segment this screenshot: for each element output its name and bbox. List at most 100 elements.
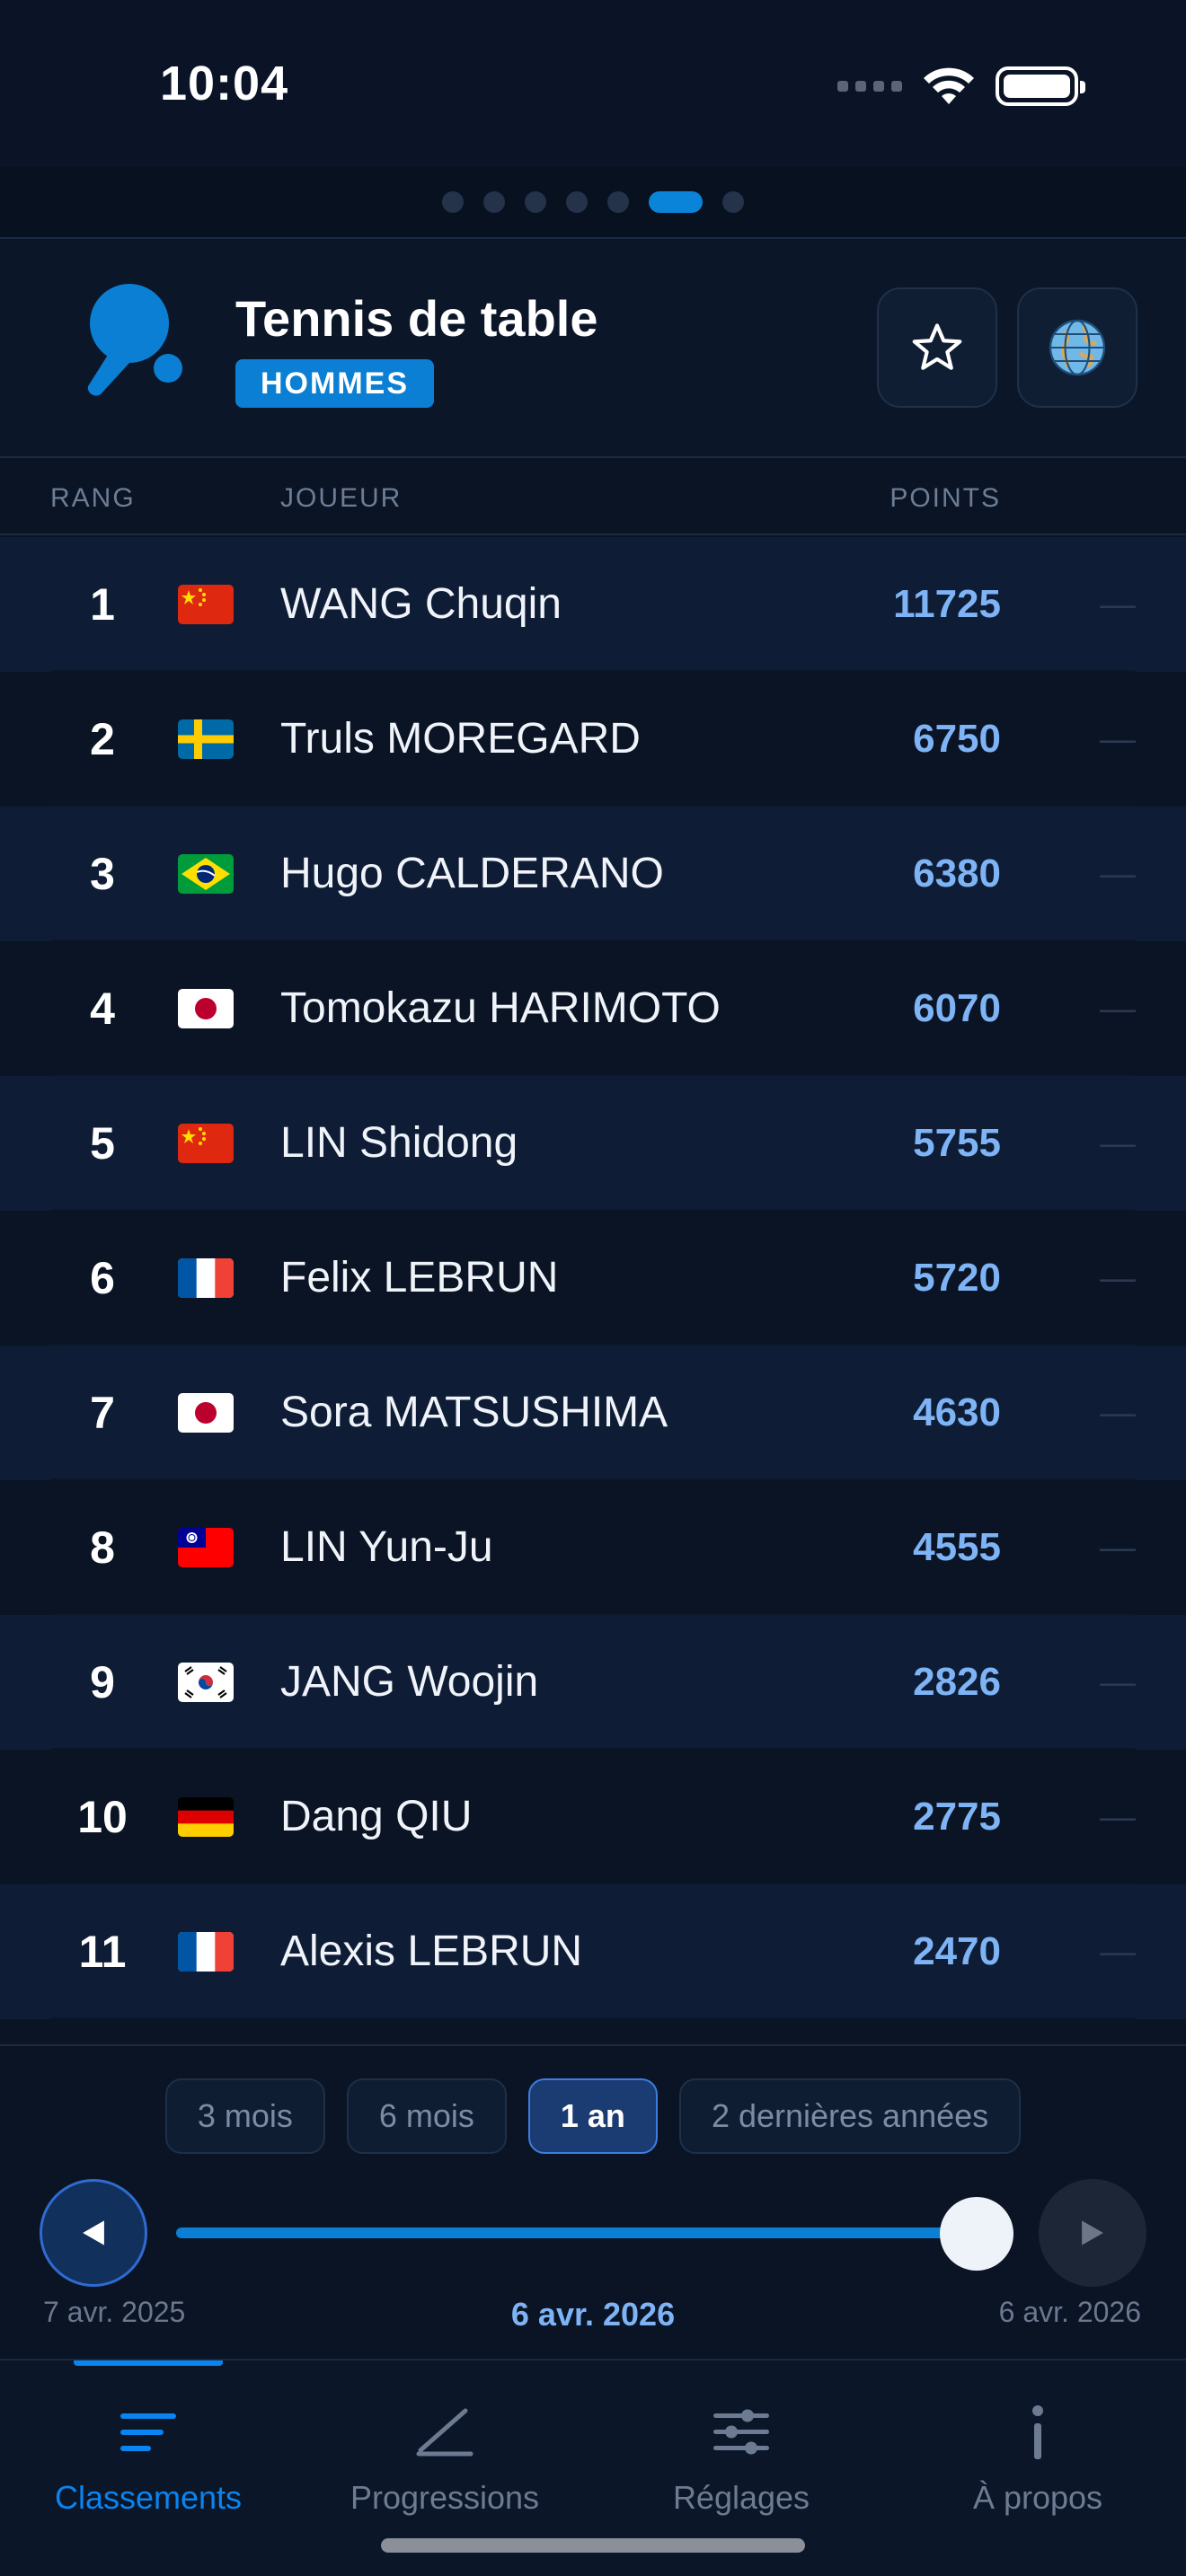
korea-flag-icon (178, 1663, 234, 1702)
star-icon (912, 323, 962, 370)
previous-date-button[interactable] (40, 2179, 147, 2287)
tab-classements[interactable]: Classements (0, 2396, 296, 2517)
player-points: 5755 (913, 1121, 1001, 1165)
table-row[interactable]: 7 Sora MATSUSHIMA 4630 — (0, 1345, 1186, 1480)
player-name: Dang QIU (280, 1793, 473, 1840)
page-dot[interactable] (722, 191, 744, 213)
ping-pong-paddle-icon (87, 284, 182, 396)
player-points: 2775 (913, 1795, 1001, 1839)
tab-label: Réglages (672, 2479, 810, 2516)
gender-badge: HOMMES (235, 359, 434, 408)
page-dot[interactable] (483, 191, 505, 213)
japan-flag-icon (178, 1393, 234, 1433)
taiwan-flag-icon (178, 1528, 234, 1567)
table-row[interactable]: 8 LIN Yun-Ju 4555 — (0, 1480, 1186, 1615)
france-flag-icon (178, 1932, 234, 1972)
table-row[interactable]: 10 Dang QIU 2775 — (0, 1750, 1186, 1884)
tab-label: Progressions (350, 2479, 540, 2516)
period-3-months[interactable]: 3 mois (164, 2078, 325, 2154)
table-row[interactable]: 1 WANG Chuqin 11725 — (0, 537, 1186, 672)
player-rank: 5 (90, 1118, 115, 1169)
triangle-left-icon (83, 2220, 104, 2245)
rank-trend-indicator: — (1100, 1797, 1136, 1837)
rank-trend-indicator: — (1100, 719, 1136, 759)
brazil-flag-icon (178, 854, 234, 894)
rank-trend-indicator: — (1100, 1663, 1136, 1702)
tab-active-indicator (74, 2360, 223, 2366)
player-name: LIN Yun-Ju (280, 1523, 493, 1571)
table-row[interactable]: 4 Tomokazu HARIMOTO 6070 — (0, 941, 1186, 1076)
china-flag-icon (178, 585, 234, 624)
japan-flag-icon (178, 989, 234, 1028)
player-points: 5720 (913, 1256, 1001, 1300)
rank-trend-indicator: — (1100, 1393, 1136, 1433)
page-dot[interactable] (442, 191, 464, 213)
player-name: Felix LEBRUN (280, 1254, 559, 1301)
next-date-button[interactable] (1039, 2179, 1146, 2287)
page-dot-active[interactable] (649, 191, 703, 213)
player-rank: 3 (90, 849, 115, 899)
player-rank: 10 (77, 1792, 128, 1842)
player-rank: 2 (90, 714, 115, 764)
rank-trend-indicator: — (1100, 1932, 1136, 1972)
sport-title: Tennis de table (235, 290, 598, 347)
home-indicator[interactable] (381, 2538, 805, 2553)
period-6-months[interactable]: 6 mois (346, 2078, 507, 2154)
timeline-slider-thumb[interactable] (940, 2197, 1013, 2271)
player-rank: 6 (90, 1253, 115, 1303)
favorite-button[interactable] (877, 287, 997, 408)
timeline-end-date: 6 avr. 2026 (998, 2296, 1141, 2328)
germany-flag-icon (178, 1797, 234, 1837)
region-button[interactable] (1017, 287, 1137, 408)
page-dot[interactable] (566, 191, 588, 213)
tab-progressions[interactable]: Progressions (296, 2396, 593, 2517)
player-rank: 4 (90, 984, 115, 1034)
column-player: JOUEUR (280, 483, 403, 513)
table-row[interactable]: 5 LIN Shidong 5755 — (0, 1076, 1186, 1211)
player-points: 6070 (913, 986, 1001, 1030)
rank-trend-indicator: — (1100, 854, 1136, 894)
table-row[interactable]: 6 Felix LEBRUN 5720 — (0, 1211, 1186, 1345)
table-row[interactable]: 2 Truls MOREGARD 6750 — (0, 672, 1186, 807)
tab-label: À propos (972, 2479, 1103, 2516)
period-selector: 3 mois 6 mois 1 an 2 dernières années (0, 2078, 1186, 2154)
player-name: Alexis LEBRUN (280, 1928, 583, 1975)
table-row[interactable]: 11 Alexis LEBRUN 2470 — (0, 1884, 1186, 2019)
player-name: WANG Chuqin (280, 580, 562, 628)
tab-reglages[interactable]: Réglages (593, 2396, 890, 2517)
timeline-slider-track[interactable] (176, 2228, 976, 2238)
player-name: LIN Shidong (280, 1119, 518, 1167)
globe-icon (1049, 319, 1106, 376)
period-1-year[interactable]: 1 an (527, 2078, 658, 2154)
page-dot[interactable] (525, 191, 546, 213)
table-row[interactable]: 9 JANG Woojin 2826 — (0, 1615, 1186, 1750)
page-dot[interactable] (607, 191, 629, 213)
wifi-icon (924, 67, 974, 104)
period-2-years[interactable]: 2 dernières années (678, 2078, 1022, 2154)
player-points: 4555 (913, 1525, 1001, 1569)
sweden-flag-icon (178, 719, 234, 759)
rank-trend-indicator: — (1100, 1528, 1136, 1567)
player-points: 6380 (913, 851, 1001, 895)
france-flag-icon (178, 1258, 234, 1298)
player-name: Sora MATSUSHIMA (280, 1389, 668, 1436)
tab-a-propos[interactable]: À propos (890, 2396, 1186, 2517)
player-points: 2826 (913, 1660, 1001, 1704)
ranking-list[interactable]: 1 WANG Chuqin 11725 — 2 Truls MOREGARD 6750 — 3 H… (0, 537, 1186, 2019)
player-rank: 11 (78, 1927, 127, 1977)
sport-header: Tennis de table HOMMES (0, 241, 1186, 458)
player-name: Tomokazu HARIMOTO (280, 984, 721, 1032)
battery-icon (996, 66, 1085, 106)
rank-trend-indicator: — (1100, 1258, 1136, 1298)
table-header: RANG JOUEUR POINTS (0, 460, 1186, 535)
column-rank: RANG (50, 483, 136, 513)
player-name: Hugo CALDERANO (280, 850, 664, 897)
rank-trend-indicator: — (1100, 1124, 1136, 1163)
china-flag-icon (178, 1124, 234, 1163)
page-indicator[interactable] (0, 167, 1186, 239)
player-name: JANG Woojin (280, 1658, 539, 1706)
status-icons (837, 66, 1085, 106)
period-controls: 3 mois 6 mois 1 an 2 dernières années 7 … (0, 2044, 1186, 2359)
info-icon (1032, 2405, 1043, 2459)
table-row[interactable]: 3 Hugo CALDERANO 6380 — (0, 807, 1186, 941)
